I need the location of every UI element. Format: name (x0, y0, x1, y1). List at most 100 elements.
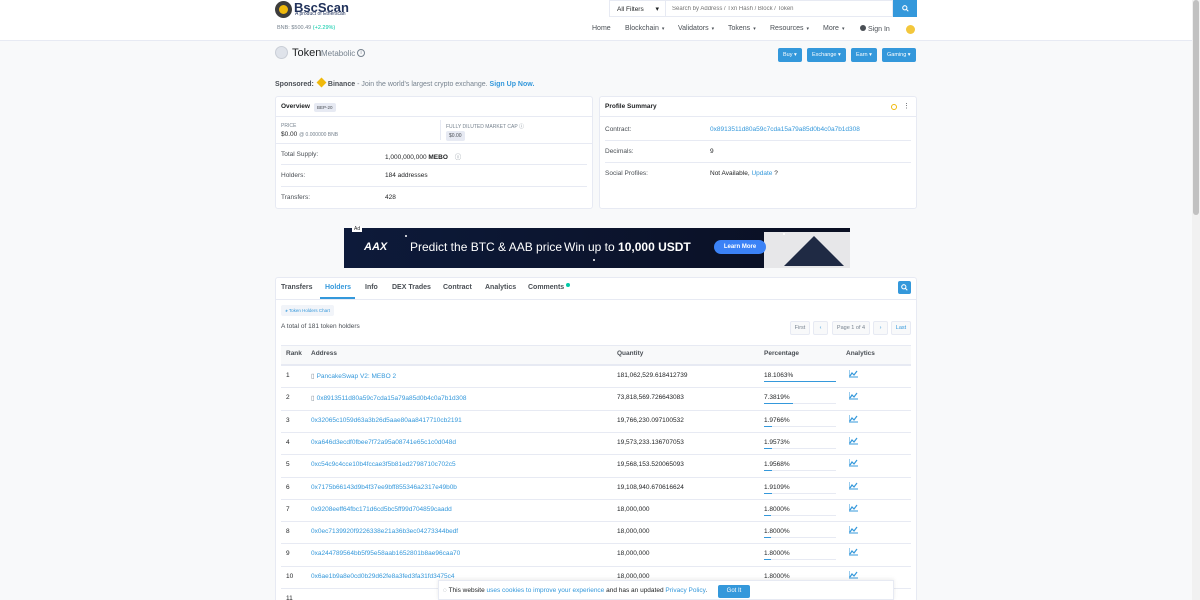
bnb-price[interactable]: BNB: $500.49 (+2.29%) (277, 25, 335, 31)
theme-toggle-icon[interactable] (906, 25, 915, 34)
holders-chart-button[interactable]: ◕ Token Holders Chart (281, 305, 334, 316)
chevron-down-icon: ▾ (661, 26, 665, 32)
row-rank: 3 (286, 416, 290, 424)
analytics-chart-icon[interactable] (848, 436, 858, 447)
chevron-down-icon: ▾ (711, 26, 715, 32)
divider (276, 116, 592, 117)
analytics-chart-icon[interactable] (848, 503, 858, 514)
buy-button[interactable]: Buy ▾ (778, 48, 802, 62)
more-options-icon[interactable]: ⋮ (903, 102, 910, 110)
search-button[interactable] (893, 0, 917, 17)
ad-cta-button[interactable]: Learn More (714, 240, 766, 254)
divider (440, 120, 441, 140)
row-address: 0x32065c1059d63a3b26d5aae80aa8417710cb21… (311, 416, 462, 424)
row-rank: 5 (286, 461, 290, 469)
analytics-chart-icon[interactable] (848, 459, 858, 469)
analytics-chart-icon[interactable] (848, 414, 858, 425)
sponsored-label: Sponsored: (275, 81, 314, 88)
row-address-link[interactable]: 0x0ec7139920f9226338e21a36b3ec04273344be… (311, 528, 458, 535)
row-address-link[interactable]: 0x7175b66143d9b4f37ee9bff855346a2317e49b… (311, 484, 457, 491)
tab-info[interactable]: Info (365, 284, 378, 291)
ad-amount: 10,000 USDT (618, 240, 691, 254)
pager-prev[interactable]: ‹ (813, 321, 828, 335)
pager-last[interactable]: Last (891, 321, 911, 335)
analytics-chart-icon[interactable] (848, 392, 858, 402)
chevron-down-icon: ▾ (841, 26, 845, 32)
row-address-link[interactable]: 0xa646d3ecdf0fbee7f72a95a08741e65c1c0d04… (311, 439, 456, 446)
social-question: ? (774, 170, 778, 177)
row-address-link[interactable]: ▯ PancakeSwap V2: MEBO 2 (311, 372, 396, 380)
gaming-button[interactable]: Gaming ▾ (882, 48, 916, 62)
pager-next[interactable]: › (873, 321, 888, 335)
cookie-banner: ◌ This website uses cookies to improve y… (438, 580, 894, 600)
percentage-bar (764, 381, 836, 382)
pager-page: Page 1 of 4 (832, 321, 870, 335)
row-address-link[interactable]: 0x32065c1059d63a3b26d5aae80aa8417710cb21… (311, 417, 462, 424)
nav-resources[interactable]: Resources ▾ (770, 25, 809, 32)
tab-transfers[interactable]: Transfers (281, 284, 313, 291)
chevron-down-icon: ▾ (907, 52, 911, 58)
row-address-link[interactable]: ▯ 0x8913511d80a59c7cda15a79a85d0b4c0a7b1d… (311, 394, 466, 402)
row-address-link[interactable]: 0xc54c9c4cce10b4fccae3f5b81ed2798710c702… (311, 461, 456, 468)
row-percentage: 7.3819% (764, 394, 790, 402)
earn-button[interactable]: Earn ▾ (851, 48, 877, 62)
ad-banner[interactable]: AAX Predict the BTC & AAB price Win up t… (344, 228, 850, 268)
divider (276, 143, 592, 144)
ad-text: Predict the BTC & AAB price (410, 240, 563, 254)
bscscan-logo-icon[interactable] (275, 1, 292, 18)
search-input[interactable] (666, 0, 893, 17)
nav-more[interactable]: More ▾ (823, 25, 844, 32)
cookie-icon: ◌ (443, 587, 447, 594)
contract-label: Contract: (605, 126, 632, 133)
analytics-chart-icon[interactable] (848, 481, 858, 492)
th-address: Address (311, 350, 338, 357)
analytics-chart-icon[interactable] (848, 548, 858, 558)
scrollbar-thumb[interactable] (1193, 0, 1199, 215)
percentage-bar-fill (764, 447, 772, 449)
sponsor-cta-link[interactable]: Sign Up Now. (490, 81, 535, 88)
mcap-label-text: FULLY DILUTED MARKET CAP (446, 124, 518, 130)
row-address-link[interactable]: 0xa244789564bb5f95e58aab1652801b8ae96caa… (311, 550, 460, 557)
tab-analytics[interactable]: Analytics (485, 284, 516, 291)
analytics-chart-icon[interactable] (848, 370, 858, 380)
buy-button-label: Buy (783, 52, 793, 58)
earn-button-label: Earn (856, 52, 868, 58)
social-status: Not Available, (710, 170, 750, 177)
cookie-policy-link[interactable]: uses cookies to improve your experience (487, 587, 605, 594)
info-icon[interactable]: i (357, 49, 365, 57)
search-filter-select[interactable]: All Filters (609, 0, 666, 17)
th-percentage: Percentage (764, 350, 800, 357)
exchange-button[interactable]: Exchange ▾ (807, 48, 846, 62)
top-header (0, 0, 1192, 41)
reputation-icon[interactable] (891, 104, 897, 110)
row-address-link[interactable]: 0x6ae1b9a8e0cd0b29d62fe8a3fed3fa31fd3475… (311, 573, 455, 580)
tab-contract[interactable]: Contract (443, 284, 472, 291)
nav-tokens[interactable]: Tokens ▾ (728, 25, 756, 32)
privacy-policy-link[interactable]: Privacy Policy (665, 587, 705, 594)
nav-signin[interactable]: Sign In (860, 25, 890, 33)
help-icon[interactable]: ⓘ (519, 124, 524, 130)
cookie-accept-button[interactable]: Got It (718, 585, 750, 598)
th-rank: Rank (286, 350, 302, 357)
tab-dex-trades[interactable]: DEX Trades (392, 284, 431, 291)
tab-search-button[interactable] (898, 281, 911, 294)
analytics-chart-icon[interactable] (848, 526, 858, 536)
sponsor-brand[interactable]: Binance (328, 81, 355, 88)
pager-first[interactable]: First (790, 321, 810, 335)
percentage-bar (764, 403, 836, 405)
nav-validators[interactable]: Validators ▾ (678, 25, 714, 32)
row-address-link[interactable]: 0x9208eeff64fbc171d6cd5bc5ff99d704859caa… (311, 506, 452, 513)
nav-home[interactable]: Home (592, 25, 611, 32)
supply-value: 1,000,000,000 MEBO ⓘ (385, 151, 461, 161)
update-link[interactable]: Update (751, 170, 772, 177)
contract-address-link[interactable]: 0x8913511d80a59c7cda15a79a85d0b4c0a7b1d3… (710, 126, 860, 133)
percentage-bar-fill (764, 492, 772, 494)
info-icon[interactable]: ⓘ (455, 154, 462, 161)
percentage-bar (764, 447, 836, 449)
nav-blockchain[interactable]: Blockchain ▾ (625, 25, 664, 32)
tab-holders[interactable]: Holders (325, 284, 351, 291)
chevron-down-icon: ▾ (838, 52, 841, 58)
tab-comments[interactable]: Comments (528, 284, 564, 291)
row-quantity: 181,062,529.618412739 (617, 372, 688, 379)
row-address: 0x7175b66143d9b4f37ee9bff855346a2317e49b… (311, 483, 457, 491)
